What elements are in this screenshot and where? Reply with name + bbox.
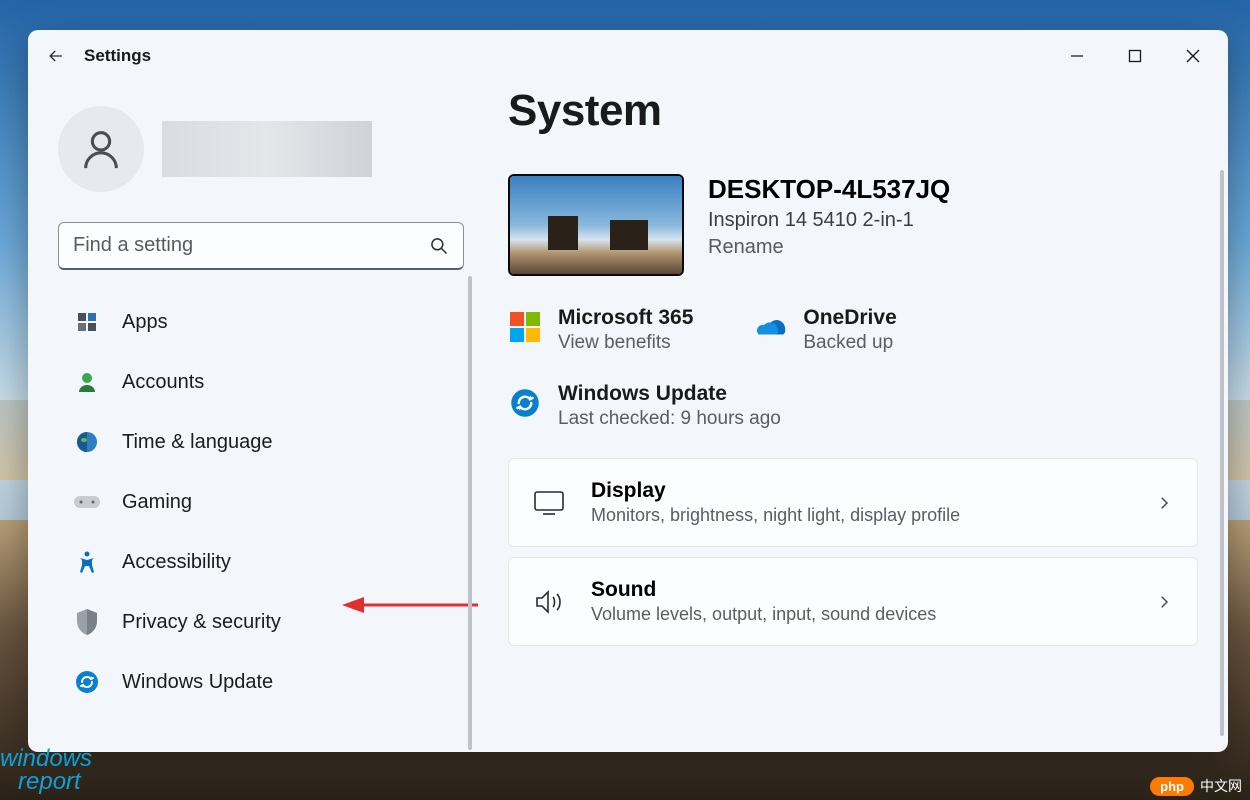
rename-link[interactable]: Rename xyxy=(708,236,950,259)
shield-icon xyxy=(74,609,100,635)
sidebar-item-accounts[interactable]: Accounts xyxy=(58,352,464,412)
sidebar-item-label: Time & language xyxy=(122,431,272,454)
list-sub: Volume levels, output, input, sound devi… xyxy=(591,604,1129,625)
card-windows-update[interactable]: Windows Update Last checked: 9 hours ago xyxy=(508,382,781,430)
time-language-icon xyxy=(74,429,100,455)
sidebar-item-label: Accounts xyxy=(122,371,204,394)
sidebar-item-label: Gaming xyxy=(122,491,192,514)
list-title: Display xyxy=(591,479,1129,503)
user-profile[interactable] xyxy=(58,82,464,222)
settings-window: Settings xyxy=(28,30,1228,752)
accounts-icon xyxy=(74,369,100,395)
device-thumbnail[interactable] xyxy=(508,174,684,276)
sidebar-item-label: Privacy & security xyxy=(122,611,281,634)
card-onedrive[interactable]: OneDrive Backed up xyxy=(753,306,896,354)
card-title: Windows Update xyxy=(558,382,781,406)
status-cards-2: Windows Update Last checked: 9 hours ago xyxy=(508,382,1198,430)
microsoft-icon xyxy=(508,310,542,344)
arrow-left-icon xyxy=(46,46,66,66)
sidebar-item-time-language[interactable]: Time & language xyxy=(58,412,464,472)
onedrive-icon xyxy=(753,310,787,344)
windows-update-icon xyxy=(74,669,100,695)
sound-icon xyxy=(533,586,565,618)
sidebar-item-privacy-security[interactable]: Privacy & security xyxy=(58,592,464,652)
back-button[interactable] xyxy=(34,34,78,78)
sidebar-item-gaming[interactable]: Gaming xyxy=(58,472,464,532)
maximize-button[interactable] xyxy=(1106,34,1164,78)
search-box[interactable] xyxy=(58,222,464,270)
list-item-display[interactable]: Display Monitors, brightness, night ligh… xyxy=(508,458,1198,547)
device-name: DESKTOP-4L537JQ xyxy=(708,174,950,205)
sidebar-item-label: Accessibility xyxy=(122,551,231,574)
accessibility-icon xyxy=(74,549,100,575)
device-section: DESKTOP-4L537JQ Inspiron 14 5410 2-in-1 … xyxy=(508,174,1198,276)
sidebar-item-windows-update[interactable]: Windows Update xyxy=(58,652,464,712)
profile-name-redacted xyxy=(162,121,372,177)
watermark-left: windows report xyxy=(0,748,92,794)
window-title: Settings xyxy=(84,46,151,66)
sidebar-item-apps[interactable]: Apps xyxy=(58,292,464,352)
sidebar-item-label: Apps xyxy=(122,311,168,334)
list-sub: Monitors, brightness, night light, displ… xyxy=(591,505,1129,526)
page-title: System xyxy=(508,86,1198,136)
sidebar: Apps Accounts Time & language xyxy=(28,82,488,752)
card-sub: Backed up xyxy=(803,332,896,354)
display-icon xyxy=(533,487,565,519)
card-title: OneDrive xyxy=(803,306,896,330)
navigation: Apps Accounts Time & language xyxy=(58,292,464,742)
gaming-icon xyxy=(74,489,100,515)
chevron-right-icon xyxy=(1155,593,1173,611)
minimize-icon xyxy=(1070,49,1084,63)
card-sub: View benefits xyxy=(558,332,693,354)
titlebar: Settings xyxy=(28,30,1228,82)
sidebar-item-accessibility[interactable]: Accessibility xyxy=(58,532,464,592)
update-icon xyxy=(508,386,542,420)
apps-icon xyxy=(74,309,100,335)
close-icon xyxy=(1186,49,1200,63)
watermark-right: php 中文网 xyxy=(1150,776,1242,796)
sidebar-scrollbar[interactable] xyxy=(468,276,472,750)
maximize-icon xyxy=(1128,49,1142,63)
chevron-right-icon xyxy=(1155,494,1173,512)
window-controls xyxy=(1048,34,1222,78)
card-title: Microsoft 365 xyxy=(558,306,693,330)
main-scrollbar[interactable] xyxy=(1220,170,1224,736)
card-microsoft365[interactable]: Microsoft 365 View benefits xyxy=(508,306,693,354)
minimize-button[interactable] xyxy=(1048,34,1106,78)
search-input[interactable] xyxy=(73,234,429,257)
device-model: Inspiron 14 5410 2-in-1 xyxy=(708,209,950,232)
list-title: Sound xyxy=(591,578,1129,602)
avatar xyxy=(58,106,144,192)
status-cards: Microsoft 365 View benefits OneDrive Bac… xyxy=(508,306,1198,354)
search-icon xyxy=(429,236,449,256)
person-icon xyxy=(78,126,124,172)
main-content: System DESKTOP-4L537JQ Inspiron 14 5410 … xyxy=(488,82,1228,752)
card-sub: Last checked: 9 hours ago xyxy=(558,408,781,430)
close-button[interactable] xyxy=(1164,34,1222,78)
sidebar-item-label: Windows Update xyxy=(122,671,273,694)
list-item-sound[interactable]: Sound Volume levels, output, input, soun… xyxy=(508,557,1198,646)
